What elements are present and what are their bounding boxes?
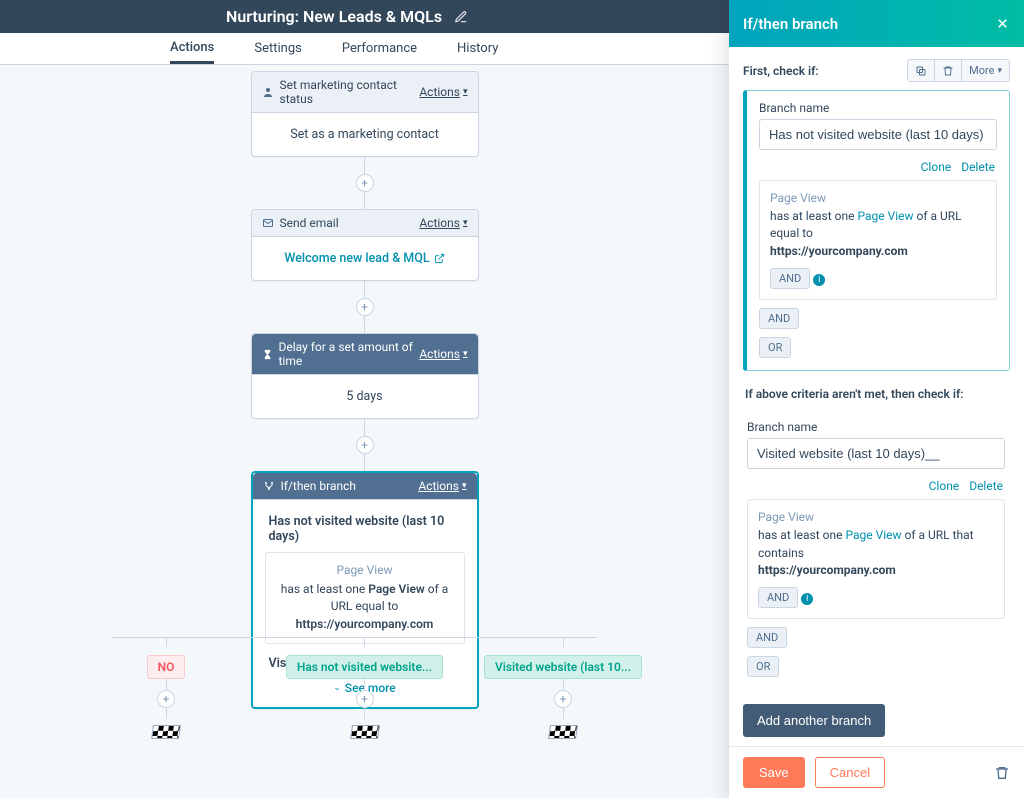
and-pill[interactable]: AND xyxy=(758,587,798,608)
branch-icon xyxy=(263,480,275,492)
branch-split: NO + Has not visited website... + Visite… xyxy=(0,637,729,739)
delete-button[interactable] xyxy=(935,59,962,82)
info-icon[interactable]: i xyxy=(813,274,825,286)
add-step-button[interactable]: + xyxy=(356,298,374,316)
mail-icon xyxy=(262,217,274,229)
node-delay[interactable]: Delay for a set amount of time Actions▾ … xyxy=(251,333,479,419)
finish-icon xyxy=(151,725,181,739)
first-check-label: First, check if: xyxy=(743,64,819,78)
person-icon xyxy=(262,86,274,98)
criteria-type: Page View xyxy=(758,510,994,524)
criteria-group-1[interactable]: Page View has at least one Page View of … xyxy=(759,180,997,300)
panel-footer: Save Cancel xyxy=(729,746,1024,798)
node-actions-menu[interactable]: Actions▾ xyxy=(419,85,467,99)
more-button[interactable]: More▾ xyxy=(962,59,1010,82)
add-another-branch-button[interactable]: Add another branch xyxy=(743,704,885,737)
node-actions-menu[interactable]: Actions▾ xyxy=(419,216,467,230)
add-step-button[interactable]: + xyxy=(157,690,175,708)
tab-performance[interactable]: Performance xyxy=(342,33,417,64)
branch-chip-no[interactable]: NO xyxy=(147,655,186,679)
panel-header: If/then branch xyxy=(729,0,1024,47)
node-body: Set as a marketing contact xyxy=(252,113,478,156)
edit-title-icon[interactable] xyxy=(454,10,468,24)
save-button[interactable]: Save xyxy=(743,757,805,788)
chevron-down-icon: ▾ xyxy=(462,481,467,491)
close-icon[interactable] xyxy=(995,16,1010,31)
branch-criteria: Page View has at least one Page View of … xyxy=(265,552,465,644)
cancel-button[interactable]: Cancel xyxy=(815,757,885,788)
delete-link[interactable]: Delete xyxy=(969,479,1003,493)
branch-name-label: Branch name xyxy=(759,101,997,115)
tab-settings[interactable]: Settings xyxy=(254,33,301,64)
chevron-down-icon: ▾ xyxy=(463,87,468,97)
and-pill-outer[interactable]: AND xyxy=(759,308,799,329)
add-step-button[interactable]: + xyxy=(356,174,374,192)
node-send-email[interactable]: Send email Actions▾ Welcome new lead & M… xyxy=(251,209,479,281)
finish-icon xyxy=(548,725,578,739)
finish-icon xyxy=(350,725,380,739)
node-body: 5 days xyxy=(252,375,478,418)
node-title: If/then branch xyxy=(281,479,357,493)
and-pill[interactable]: AND xyxy=(770,268,810,289)
hourglass-icon xyxy=(262,349,273,360)
email-link[interactable]: Welcome new lead & MQL xyxy=(284,251,444,266)
node-title: Send email xyxy=(280,216,339,230)
info-icon[interactable]: i xyxy=(801,593,813,605)
chevron-down-icon: ▾ xyxy=(463,349,468,359)
panel-title: If/then branch xyxy=(743,15,838,33)
panel-toolbar: More▾ xyxy=(907,59,1010,82)
branch-chip-2[interactable]: Visited website (last 10... xyxy=(484,655,642,679)
copy-button[interactable] xyxy=(907,59,935,82)
branch-name-label: Branch name xyxy=(747,420,1005,434)
trash-icon[interactable] xyxy=(994,765,1010,781)
leg-no: NO + xyxy=(86,637,246,739)
leg-branch1: Has not visited website... + xyxy=(285,637,445,739)
branch-1-name-input[interactable] xyxy=(759,119,997,150)
branch-chip-1[interactable]: Has not visited website... xyxy=(286,655,443,679)
second-check-label: If above criteria aren't met, then check… xyxy=(745,387,1008,401)
node-set-marketing-contact[interactable]: Set marketing contact status Actions▾ Se… xyxy=(251,71,479,157)
tab-history[interactable]: History xyxy=(457,33,498,64)
add-step-button[interactable]: + xyxy=(356,690,374,708)
add-step-button[interactable]: + xyxy=(554,690,572,708)
leg-branch2: Visited website (last 10... + xyxy=(483,637,643,739)
clone-link[interactable]: Clone xyxy=(929,479,960,493)
add-step-button[interactable]: + xyxy=(356,436,374,454)
branch-card-1: Branch name Clone Delete Page View has a… xyxy=(743,90,1010,371)
tab-actions[interactable]: Actions xyxy=(170,33,214,64)
branch-2-name-input[interactable] xyxy=(747,438,1005,469)
clone-link[interactable]: Clone xyxy=(921,160,952,174)
and-pill-outer[interactable]: AND xyxy=(747,627,787,648)
criteria-group-2[interactable]: Page View has at least one Page View of … xyxy=(747,499,1005,619)
node-actions-menu[interactable]: Actions▾ xyxy=(418,479,466,493)
delete-link[interactable]: Delete xyxy=(961,160,995,174)
node-title: Delay for a set amount of time xyxy=(279,340,420,368)
workflow-title: Nurturing: New Leads & MQLs xyxy=(226,7,442,26)
chevron-down-icon: ▾ xyxy=(463,218,468,228)
workflow-canvas[interactable]: Set marketing contact status Actions▾ Se… xyxy=(0,65,729,798)
criteria-type: Page View xyxy=(770,191,986,205)
branch-1-label: Has not visited website (last 10 days) xyxy=(269,514,461,544)
node-title: Set marketing contact status xyxy=(280,78,420,106)
or-pill[interactable]: OR xyxy=(759,337,791,358)
or-pill[interactable]: OR xyxy=(747,656,779,677)
side-panel: If/then branch First, check if: More▾ Br… xyxy=(729,0,1024,798)
node-actions-menu[interactable]: Actions▾ xyxy=(419,347,467,361)
branch-card-2: Branch name Clone Delete Page View has a… xyxy=(743,409,1010,690)
external-link-icon xyxy=(434,253,445,264)
